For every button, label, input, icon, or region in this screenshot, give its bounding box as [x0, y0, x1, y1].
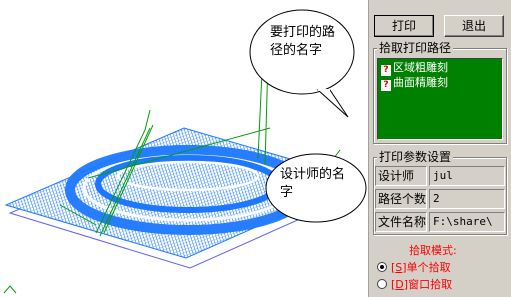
- list-item[interactable]: ? 曲面精雕刻: [381, 76, 448, 91]
- designer-label: 设计师: [375, 166, 427, 186]
- callout-path-name-line1: 要打印的路: [270, 25, 336, 40]
- model-viewport[interactable]: 要打印的路 径的名字 设计师的名 字: [0, 0, 368, 297]
- pick-mode-single-option[interactable]: [S]单个拾取: [377, 261, 451, 275]
- list-item[interactable]: ? 区域粗雕刻: [381, 61, 448, 76]
- params-group-title: 打印参数设置: [377, 150, 454, 164]
- print-dialog-panel: 打印 退出 拾取打印路径 ? 区域粗雕刻 ? 曲面精雕刻 打印参数设置 设计师 ju…: [368, 0, 511, 297]
- question-icon: ?: [381, 65, 391, 76]
- pick-mode-window-label: ]窗口拾取: [403, 278, 453, 291]
- pick-mode-window-option[interactable]: [D]窗口拾取: [377, 278, 452, 292]
- path-count-label: 路径个数: [375, 189, 427, 209]
- pick-mode-title: 拾取模式:: [409, 244, 457, 257]
- file-name-label: 文件名称: [375, 212, 427, 232]
- designer-input[interactable]: jul: [429, 166, 505, 186]
- callout-path-name: 要打印的路 径的名字: [270, 24, 335, 60]
- radio-selected-icon[interactable]: [377, 262, 387, 272]
- callout-designer-name: 设计师的名 字: [280, 166, 345, 202]
- radio-unselected-icon[interactable]: [377, 279, 387, 289]
- pick-path-group-title: 拾取打印路径: [377, 41, 454, 55]
- callout-designer-name-line2: 字: [280, 185, 294, 200]
- callout-path-name-line2: 径的名字: [270, 43, 323, 58]
- pick-mode-window-accel: D: [395, 278, 404, 291]
- question-icon: ?: [381, 80, 391, 91]
- print-button[interactable]: 打印: [374, 15, 434, 37]
- path-listbox[interactable]: ? 区域粗雕刻 ? 曲面精雕刻: [377, 58, 503, 140]
- list-item-label: 曲面精雕刻: [393, 76, 448, 89]
- callout-designer-name-line1: 设计师的名: [280, 167, 346, 182]
- pick-mode-single-label: ]单个拾取: [402, 261, 451, 274]
- exit-button[interactable]: 退出: [444, 15, 504, 37]
- list-item-label: 区域粗雕刻: [393, 61, 448, 74]
- path-count-field: 2: [429, 189, 505, 209]
- file-name-input[interactable]: F:\share\: [429, 212, 505, 232]
